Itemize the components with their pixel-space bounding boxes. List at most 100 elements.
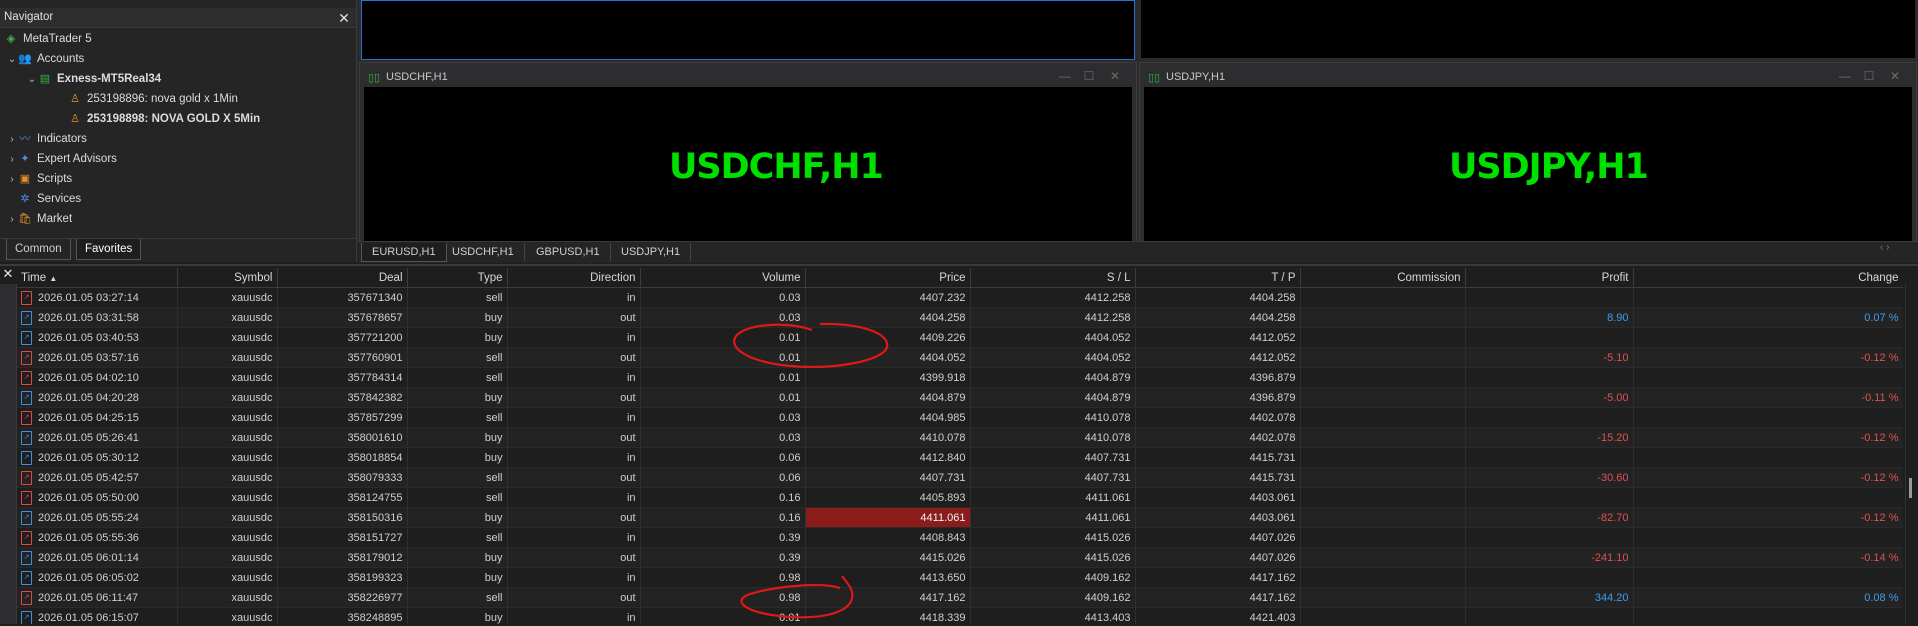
cell-sl: 4409.162 — [970, 587, 1136, 608]
chart-canvas[interactable]: USDCHF,H1 — [364, 87, 1132, 241]
table-row[interactable]: ↗ 2026.01.05 06:11:47 xauusdc 358226977 sell… — [17, 587, 1903, 608]
navigator-title: Navigator — [4, 11, 54, 23]
column-header-profit[interactable]: Profit — [1465, 268, 1634, 288]
tree-item-account-2[interactable]: ♙ 253198898: NOVA GOLD X 5Min — [68, 109, 260, 129]
chart-gbpusd-canvas[interactable] — [1141, 0, 1915, 58]
chevron-right-icon[interactable]: › — [6, 210, 18, 230]
cell-symbol: xauusdc — [177, 347, 278, 368]
tree-item-expert-advisors[interactable]: › ✦ Expert Advisors — [6, 149, 117, 169]
table-row[interactable]: ↗ 2026.01.05 03:31:58 xauusdc 357678657 buy o… — [17, 307, 1903, 328]
column-header-tp[interactable]: T / P — [1135, 268, 1301, 288]
column-header-price[interactable]: Price — [805, 268, 971, 288]
vertical-scrollbar[interactable] — [1905, 284, 1918, 624]
close-icon[interactable]: ✕ — [336, 10, 352, 26]
column-header-time[interactable]: Time ▲ — [17, 268, 178, 288]
cell-price: 4409.226 — [805, 327, 971, 348]
tree-item-metatrader[interactable]: ◈ MetaTrader 5 — [4, 29, 92, 49]
table-row[interactable]: ↗ 2026.01.05 04:25:15 xauusdc 357857299 sell… — [17, 407, 1903, 428]
table-row[interactable]: ↗ 2026.01.05 06:01:14 xauusdc 358179012 buy o… — [17, 547, 1903, 568]
table-row[interactable]: ↗ 2026.01.05 05:26:41 xauusdc 358001610 buy o… — [17, 427, 1903, 448]
tree-item-server[interactable]: ⌄ ▤ Exness-MT5Real34 — [26, 69, 161, 89]
tab-usdjpy[interactable]: USDJPY,H1 — [611, 243, 692, 261]
column-header-sl[interactable]: S / L — [970, 268, 1136, 288]
cell-tp: 4402.078 — [1135, 407, 1301, 428]
cell-direction: in — [507, 487, 641, 508]
minimize-icon[interactable]: — — [1838, 69, 1852, 83]
chart-eurusd-canvas[interactable] — [361, 0, 1135, 60]
tree-item-indicators[interactable]: › 〰 Indicators — [6, 129, 87, 149]
chevron-right-icon[interactable]: › — [6, 130, 18, 150]
table-row[interactable]: ↗ 2026.01.05 06:15:07 xauusdc 358248895 buy i… — [17, 607, 1903, 624]
deals-table: Time ▲ Symbol Deal Type Direction Volume… — [17, 268, 1903, 624]
cell-sl: 4409.162 — [970, 567, 1136, 588]
cell-commission — [1300, 527, 1466, 548]
tab-gbpusd[interactable]: GBPUSD,H1 — [526, 243, 611, 261]
close-icon[interactable]: ✕ — [0, 266, 16, 282]
tree-item-market[interactable]: › 🛍 Market — [6, 209, 72, 229]
cell-symbol: xauusdc — [177, 407, 278, 428]
chevron-right-icon[interactable]: › — [6, 170, 18, 190]
table-row[interactable]: ↗ 2026.01.05 03:57:16 xauusdc 357760901 sell… — [17, 347, 1903, 368]
tab-favorites[interactable]: Favorites — [76, 239, 142, 260]
chart-canvas[interactable]: USDJPY,H1 — [1144, 87, 1912, 241]
table-row[interactable]: ↗ 2026.01.05 04:02:10 xauusdc 357784314 sell… — [17, 367, 1903, 388]
scripts-icon: ▣ — [19, 173, 31, 185]
cell-commission — [1300, 367, 1466, 388]
chevron-down-icon[interactable]: ⌄ — [26, 70, 38, 90]
cell-profit — [1465, 527, 1634, 548]
column-header-symbol[interactable]: Symbol — [177, 268, 278, 288]
cell-time: ↗ 2026.01.05 05:42:57 — [17, 467, 178, 488]
user-icon: ♙ — [70, 113, 80, 125]
tab-scroll-arrows-icon[interactable]: ‹ › — [1880, 242, 1889, 253]
cell-sl: 4404.879 — [970, 367, 1136, 388]
minimize-icon[interactable]: — — [1058, 69, 1072, 83]
table-row[interactable]: ↗ 2026.01.05 03:27:14 xauusdc 357671340 sell… — [17, 287, 1903, 308]
chart-window-usdchf[interactable]: ▯▯ USDCHF,H1 — ☐ ✕ USDCHF,H1 — [359, 62, 1137, 242]
cell-tp: 4402.078 — [1135, 427, 1301, 448]
close-icon[interactable]: ✕ — [1888, 69, 1902, 83]
table-row[interactable]: ↗ 2026.01.05 06:05:02 xauusdc 358199323 buy i… — [17, 567, 1903, 588]
chevron-right-icon[interactable]: › — [6, 150, 18, 170]
column-header-type[interactable]: Type — [407, 268, 508, 288]
column-header-change[interactable]: Change — [1633, 268, 1903, 288]
maximize-icon[interactable]: ☐ — [1082, 69, 1096, 83]
column-header-deal[interactable]: Deal — [277, 268, 408, 288]
chart-window-usdjpy[interactable]: ▯▯ USDJPY,H1 — ☐ ✕ USDJPY,H1 — [1139, 62, 1917, 242]
tree-item-services[interactable]: ✲ Services — [18, 189, 81, 209]
table-row[interactable]: ↗ 2026.01.05 05:55:24 xauusdc 358150316 buy o… — [17, 507, 1903, 528]
chart-symbol-label: USDCHF,H1 — [669, 147, 884, 187]
table-row[interactable]: ↗ 2026.01.05 05:50:00 xauusdc 358124755 sell… — [17, 487, 1903, 508]
close-icon[interactable]: ✕ — [1108, 69, 1122, 83]
buy-deal-icon: ↗ — [21, 610, 32, 624]
cell-change — [1633, 567, 1903, 588]
cell-change — [1633, 327, 1903, 348]
table-row[interactable]: ↗ 2026.01.05 05:42:57 xauusdc 358079333 sell… — [17, 467, 1903, 488]
cell-price: 4404.985 — [805, 407, 971, 428]
tab-common[interactable]: Common — [6, 239, 71, 260]
tree-item-scripts[interactable]: › ▣ Scripts — [6, 169, 72, 189]
cell-direction: out — [507, 507, 641, 528]
table-row[interactable]: ↗ 2026.01.05 05:55:36 xauusdc 358151727 sell… — [17, 527, 1903, 548]
cell-deal: 358199323 — [277, 567, 408, 588]
cell-sl: 4410.078 — [970, 427, 1136, 448]
column-header-commission[interactable]: Commission — [1300, 268, 1466, 288]
scrollbar-thumb[interactable] — [1909, 478, 1912, 498]
cell-volume: 0.16 — [640, 507, 806, 528]
maximize-icon[interactable]: ☐ — [1862, 69, 1876, 83]
column-header-direction[interactable]: Direction — [507, 268, 641, 288]
column-header-volume[interactable]: Volume — [640, 268, 806, 288]
cell-time: ↗ 2026.01.05 06:15:07 — [17, 607, 178, 624]
tab-usdchf[interactable]: USDCHF,H1 — [442, 243, 525, 261]
cell-tp: 4415.731 — [1135, 467, 1301, 488]
table-row[interactable]: ↗ 2026.01.05 04:20:28 xauusdc 357842382 buy o… — [17, 387, 1903, 408]
cell-price: 4418.339 — [805, 607, 971, 624]
tree-item-account-1[interactable]: ♙ 253198896: nova gold x 1Min — [68, 89, 238, 109]
table-row[interactable]: ↗ 2026.01.05 03:40:53 xauusdc 357721200 buy i… — [17, 327, 1903, 348]
table-row[interactable]: ↗ 2026.01.05 05:30:12 xauusdc 358018854 buy i… — [17, 447, 1903, 468]
cell-profit — [1465, 407, 1634, 428]
tree-item-accounts[interactable]: ⌄ 👥 Accounts — [6, 49, 85, 70]
tab-eurusd[interactable]: EURUSD,H1 — [361, 243, 447, 262]
chart-symbol-label: USDJPY,H1 — [1449, 147, 1649, 187]
toolbox-side-strip — [0, 284, 17, 624]
chevron-down-icon[interactable]: ⌄ — [6, 50, 18, 70]
